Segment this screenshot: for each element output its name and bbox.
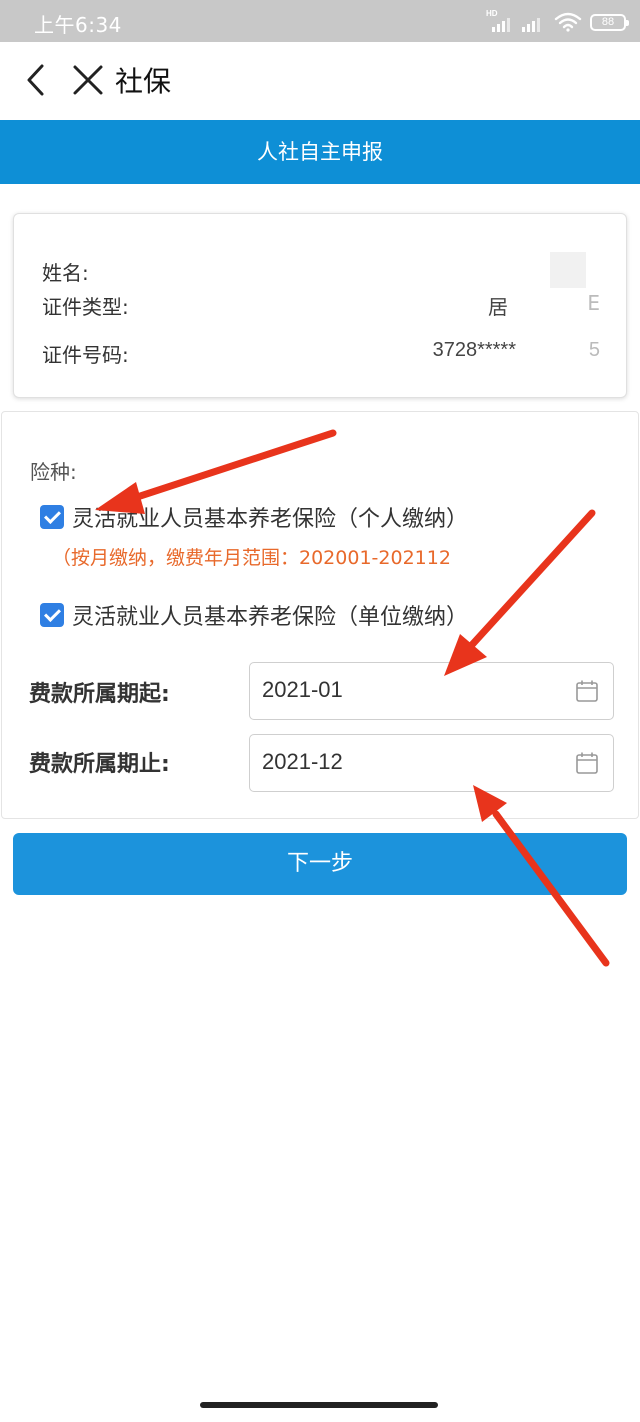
option-personal-label: 灵活就业人员基本养老保险（个人缴纳） — [72, 507, 469, 532]
status-icons: HD 88 — [486, 9, 629, 34]
status-time: 上午6:34 — [34, 13, 122, 37]
id-type-value: 居 — [488, 295, 508, 319]
option-employer-label: 灵活就业人员基本养老保险（单位缴纳） — [72, 605, 469, 630]
battery-icon: 88 — [590, 13, 629, 31]
nav-bar: 社保 — [0, 42, 640, 120]
period-end-value: 2021-12 — [262, 749, 343, 774]
period-start-field[interactable]: 2021-01 — [249, 662, 614, 720]
name-row: 姓名: — [42, 257, 600, 287]
page-title: 社保 — [115, 65, 172, 98]
period-end-label: 费款所属期止: — [29, 752, 170, 777]
declaration-form: 险种: 灵活就业人员基本养老保险（个人缴纳） （按月缴纳，缴费年月范围：2020… — [1, 411, 639, 819]
status-bar: 上午6:34 HD 88 — [0, 0, 640, 42]
period-start-label: 费款所属期起: — [29, 682, 170, 707]
payment-range-note: （按月缴纳，缴费年月范围：202001-202112 — [52, 547, 451, 569]
id-number-value-end: 5 — [588, 339, 600, 361]
period-start-value: 2021-01 — [262, 677, 343, 702]
personal-info-card: 姓名: 证件类型: 居 E 证件号码: 3728***** 5 — [13, 213, 627, 398]
redaction-mask — [550, 252, 586, 288]
calendar-icon[interactable] — [575, 751, 599, 775]
id-type-row: 证件类型: 居 E — [42, 291, 600, 321]
header-banner: 人社自主申报 — [0, 120, 640, 184]
name-label: 姓名: — [42, 261, 89, 285]
id-type-label: 证件类型: — [42, 295, 129, 319]
network-type-label: HD — [486, 9, 498, 18]
id-number-label: 证件号码: — [42, 343, 129, 367]
back-chevron-icon[interactable] — [22, 62, 52, 98]
option-personal[interactable]: 灵活就业人员基本养老保险（个人缴纳） — [40, 500, 468, 534]
option-employer[interactable]: 灵活就业人员基本养老保险（单位缴纳） — [40, 598, 468, 632]
home-indicator[interactable] — [200, 1402, 438, 1408]
calendar-icon[interactable] — [575, 679, 599, 703]
checkbox-personal[interactable] — [40, 505, 64, 529]
next-step-button[interactable]: 下一步 — [13, 833, 627, 895]
id-number-row: 证件号码: 3728***** 5 — [42, 339, 600, 369]
period-end-field[interactable]: 2021-12 — [249, 734, 614, 792]
checkbox-employer[interactable] — [40, 603, 64, 627]
insurance-type-label: 险种: — [30, 460, 77, 484]
wifi-icon — [554, 12, 582, 32]
signal-icon — [520, 12, 546, 32]
close-icon[interactable] — [70, 62, 106, 98]
id-number-value: 3728***** — [432, 339, 516, 361]
id-type-value-end: E — [587, 291, 600, 315]
hd-signal-icon: HD — [486, 9, 512, 32]
